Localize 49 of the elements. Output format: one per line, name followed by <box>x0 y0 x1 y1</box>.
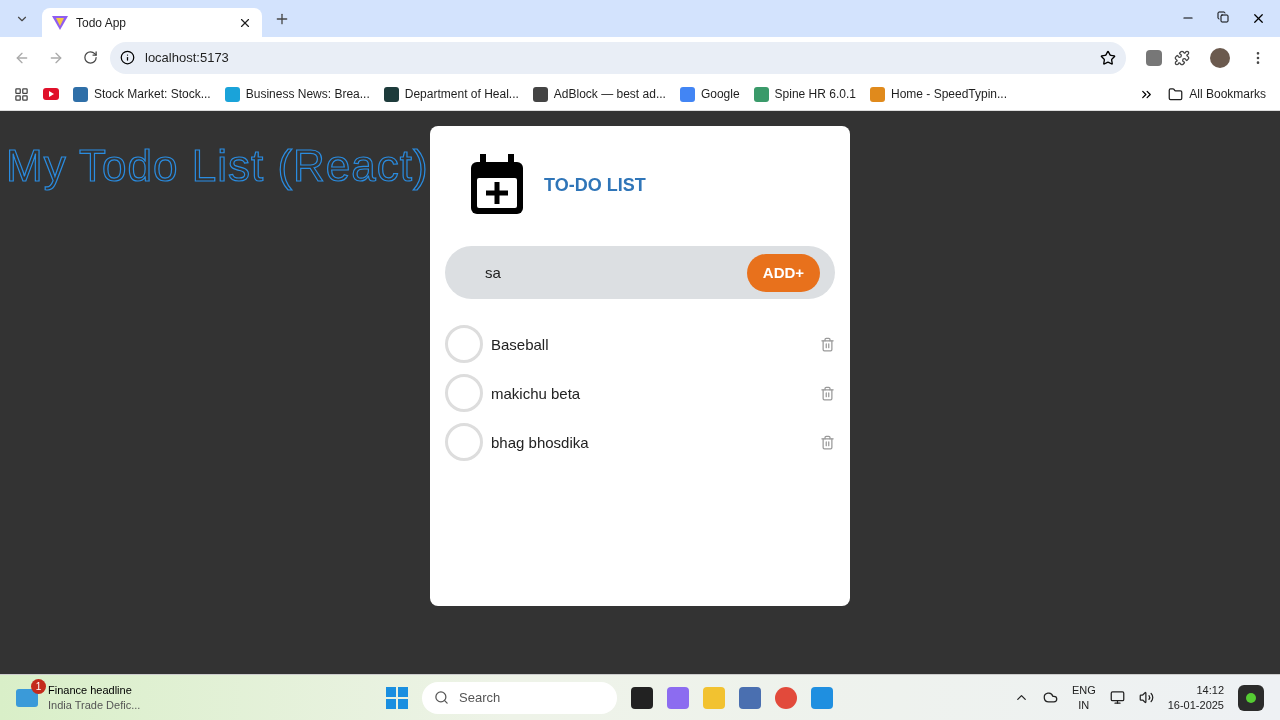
taskbar-search[interactable]: Search <box>422 681 617 714</box>
windows-start-icon[interactable] <box>386 686 408 709</box>
todo-checkbox[interactable] <box>445 374 483 412</box>
todo-checkbox[interactable] <box>445 325 483 363</box>
address-text: localhost:5173 <box>145 50 230 65</box>
page-heading: My Todo List (React) <box>6 141 429 191</box>
bookmark-item[interactable]: AdBlock — best ad... <box>532 86 666 102</box>
language-indicator[interactable]: ENG IN <box>1071 682 1096 713</box>
close-icon[interactable] <box>1251 11 1266 26</box>
profile-avatar[interactable] <box>1210 47 1230 68</box>
all-bookmarks-link[interactable]: All Bookmarks <box>1189 87 1266 101</box>
status-icon[interactable] <box>1238 684 1264 711</box>
trash-icon[interactable] <box>820 336 835 352</box>
search-icon <box>434 690 449 705</box>
card-title: TO-DO LIST <box>544 175 646 196</box>
triangle-logo-icon <box>52 15 68 30</box>
clock-date[interactable]: 16-01-2025 <box>1167 697 1224 713</box>
reload-icon[interactable] <box>82 50 98 65</box>
trash-icon[interactable] <box>820 385 835 401</box>
restore-icon[interactable] <box>1217 11 1229 23</box>
todo-checkbox[interactable] <box>445 423 483 461</box>
play-icon[interactable] <box>43 88 59 100</box>
bookmark-item[interactable]: Home - SpeedTypin... <box>870 86 1008 102</box>
todo-text: Baseball <box>491 335 550 353</box>
cloud-icon[interactable] <box>1042 690 1058 705</box>
volume-icon[interactable] <box>1138 690 1154 705</box>
bookmark-item[interactable]: Department of Heal... <box>383 86 519 102</box>
notification-badge: 1 <box>31 678 46 694</box>
info-icon <box>120 50 135 65</box>
news-title: Finance headline <box>48 682 133 698</box>
news-subtitle: India Trade Defic... <box>48 697 141 713</box>
bookmark-item[interactable]: Business News: Brea... <box>224 86 370 102</box>
trash-icon[interactable] <box>820 434 835 450</box>
todo-input[interactable]: sa <box>483 263 737 282</box>
apps-icon[interactable] <box>14 86 29 102</box>
browser-tab[interactable]: Todo App <box>42 8 262 37</box>
search-placeholder: Search <box>459 690 501 705</box>
address-bar[interactable]: localhost:5173 <box>110 41 1126 74</box>
puzzle-icon[interactable] <box>1174 49 1190 66</box>
tab-title: Todo App <box>76 15 128 30</box>
todo-text: makichu beta <box>491 384 582 402</box>
calendar-plus-icon <box>468 154 526 216</box>
todo-text: bhag bhosdika <box>491 433 590 451</box>
bookmark-star-icon[interactable] <box>1100 49 1116 66</box>
bookmark-item[interactable]: Google <box>679 86 740 102</box>
clock-time[interactable]: 14:12 <box>1196 682 1224 698</box>
bookmark-item[interactable]: Stock Market: Stock... <box>73 86 211 102</box>
app-icon[interactable] <box>631 686 653 709</box>
bookmark-item[interactable]: Spine HR 6.0.1 <box>753 86 856 102</box>
